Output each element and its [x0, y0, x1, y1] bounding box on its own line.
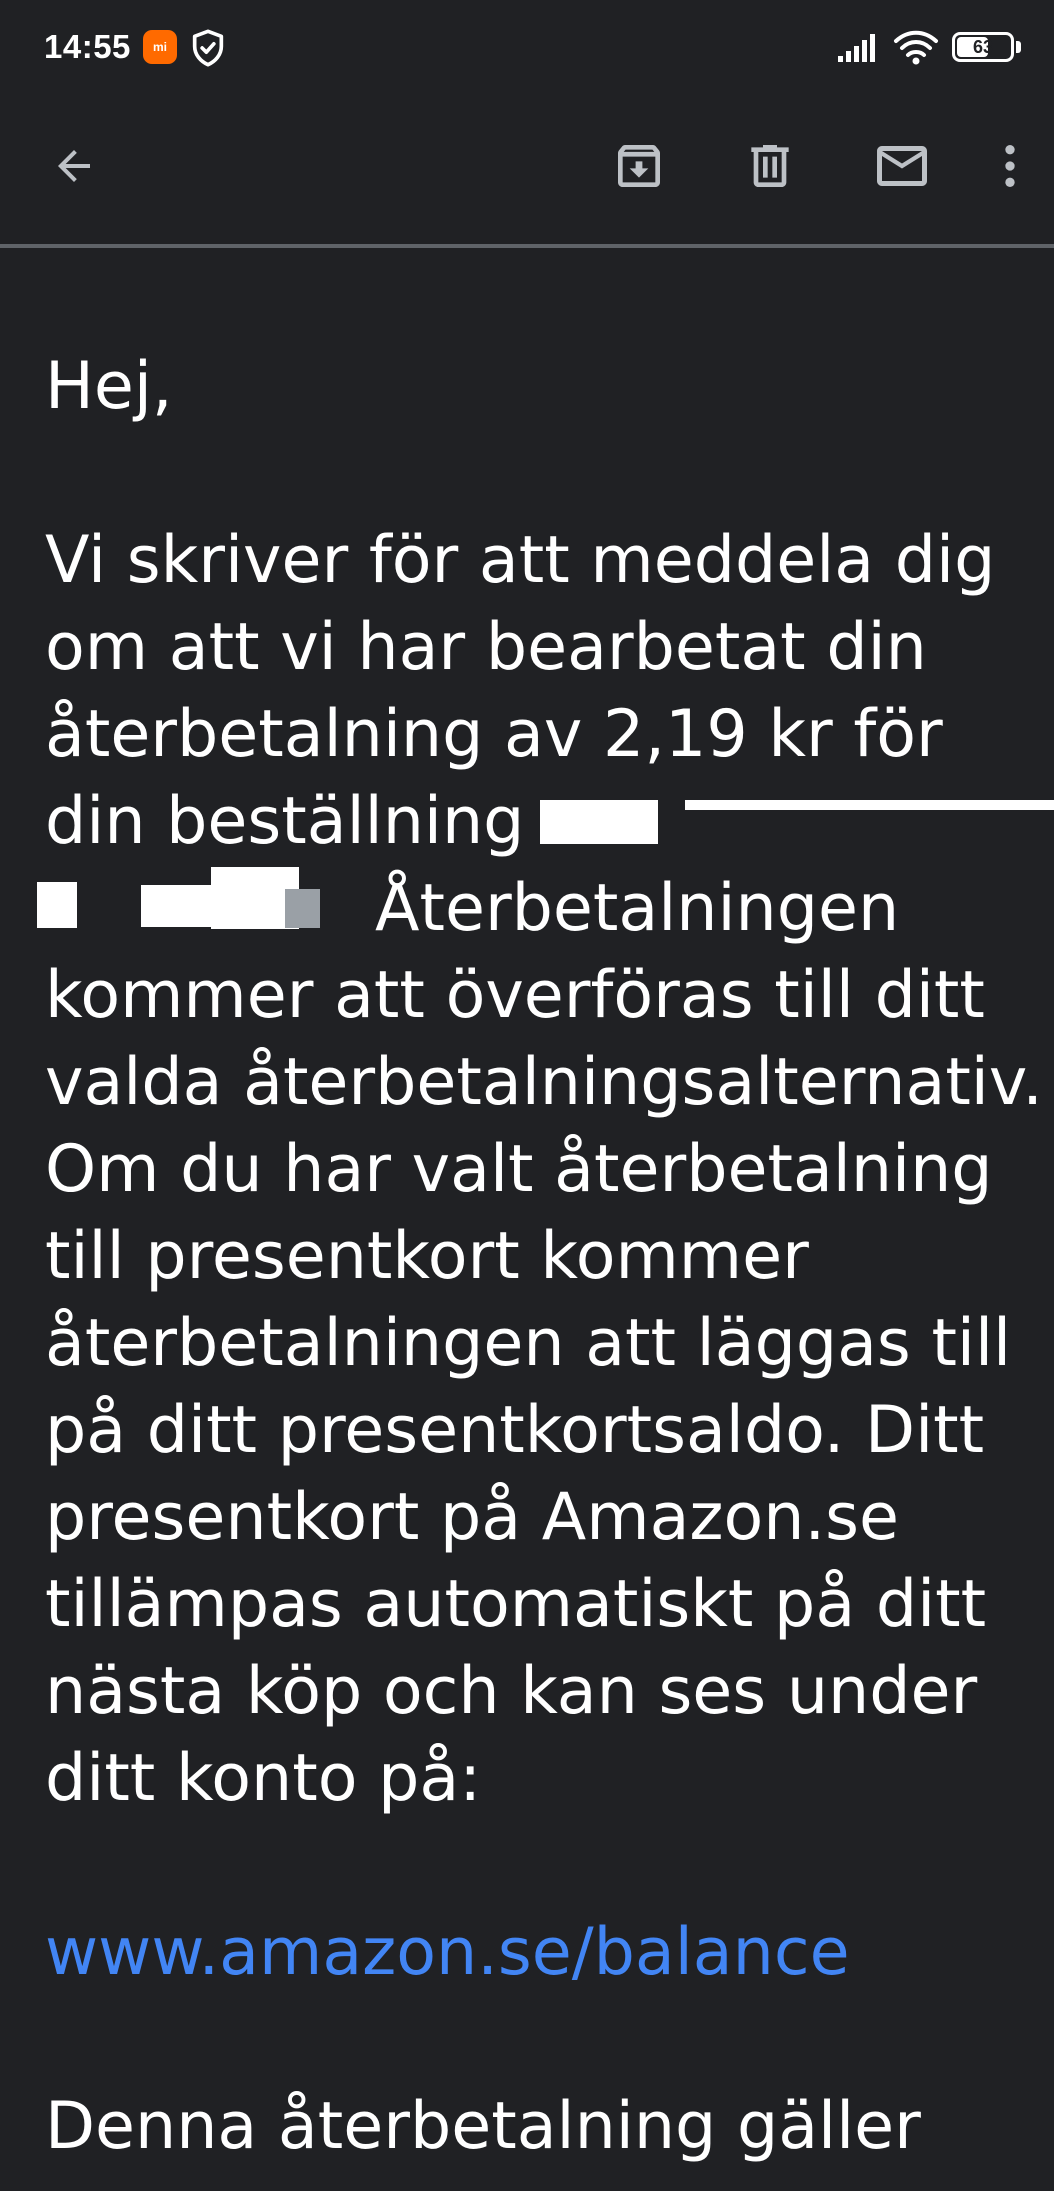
body-line: till presentkort kommer	[45, 1219, 809, 1294]
body-line: valda återbetalningsalternativ.	[45, 1045, 1043, 1120]
back-button[interactable]	[38, 130, 110, 202]
signal-icon	[838, 34, 875, 62]
body-line: om att vi har bearbetat din	[45, 610, 927, 685]
status-bar: 14:55 mi 63	[0, 0, 1054, 96]
body-line: kommer att överföras till ditt	[45, 958, 985, 1033]
body-line: Om du har valt återbetalning	[45, 1132, 993, 1207]
email-closing-line: Denna återbetalning gäller	[45, 2089, 921, 2164]
redaction-mark	[141, 885, 214, 927]
body-line: Vi skriver för att meddela dig	[45, 523, 996, 598]
redaction-mark	[540, 800, 658, 844]
body-line: på ditt presentkortsaldo. Ditt	[45, 1393, 985, 1468]
archive-icon	[618, 145, 660, 187]
email-paragraph: Vi skriver för att meddela dig om att vi…	[37, 517, 1054, 1822]
mark-unread-button[interactable]	[866, 130, 938, 202]
email-toolbar	[0, 96, 1054, 244]
more-vert-icon	[1005, 145, 1015, 187]
email-body: Hej, Vi skriver för att meddela dig om a…	[37, 248, 1054, 2170]
more-options-button[interactable]	[982, 130, 1038, 202]
body-line: återbetalning av 2,19 kr för	[45, 697, 943, 772]
body-line: återbetalningen att läggas till	[45, 1306, 1012, 1381]
battery-icon: 63	[952, 32, 1014, 62]
shield-check-icon	[192, 29, 224, 67]
body-line: ditt konto på:	[45, 1741, 482, 1816]
battery-percent: 63	[972, 37, 994, 57]
body-line: nästa köp och kan ses under	[45, 1654, 978, 1729]
redaction-mark	[685, 800, 1054, 810]
wifi-icon	[894, 30, 938, 65]
redaction-mark	[285, 889, 320, 928]
delete-button[interactable]	[734, 130, 806, 202]
battery-nub	[1016, 41, 1021, 53]
redaction-mark	[37, 882, 77, 928]
mi-app-icon: mi	[143, 30, 177, 64]
delete-icon	[751, 145, 789, 187]
body-line: tillämpas automatiskt på ditt	[45, 1567, 987, 1642]
email-greeting: Hej,	[45, 349, 173, 424]
body-line: presentkort på Amazon.se	[45, 1480, 900, 1555]
status-time: 14:55	[44, 28, 131, 65]
archive-button[interactable]	[603, 130, 675, 202]
mark-unread-icon	[877, 146, 927, 186]
back-arrow-icon	[58, 150, 90, 182]
balance-link-paragraph: www.amazon.se/balance	[45, 1909, 1045, 1996]
balance-link[interactable]: www.amazon.se/balance	[45, 1915, 850, 1990]
